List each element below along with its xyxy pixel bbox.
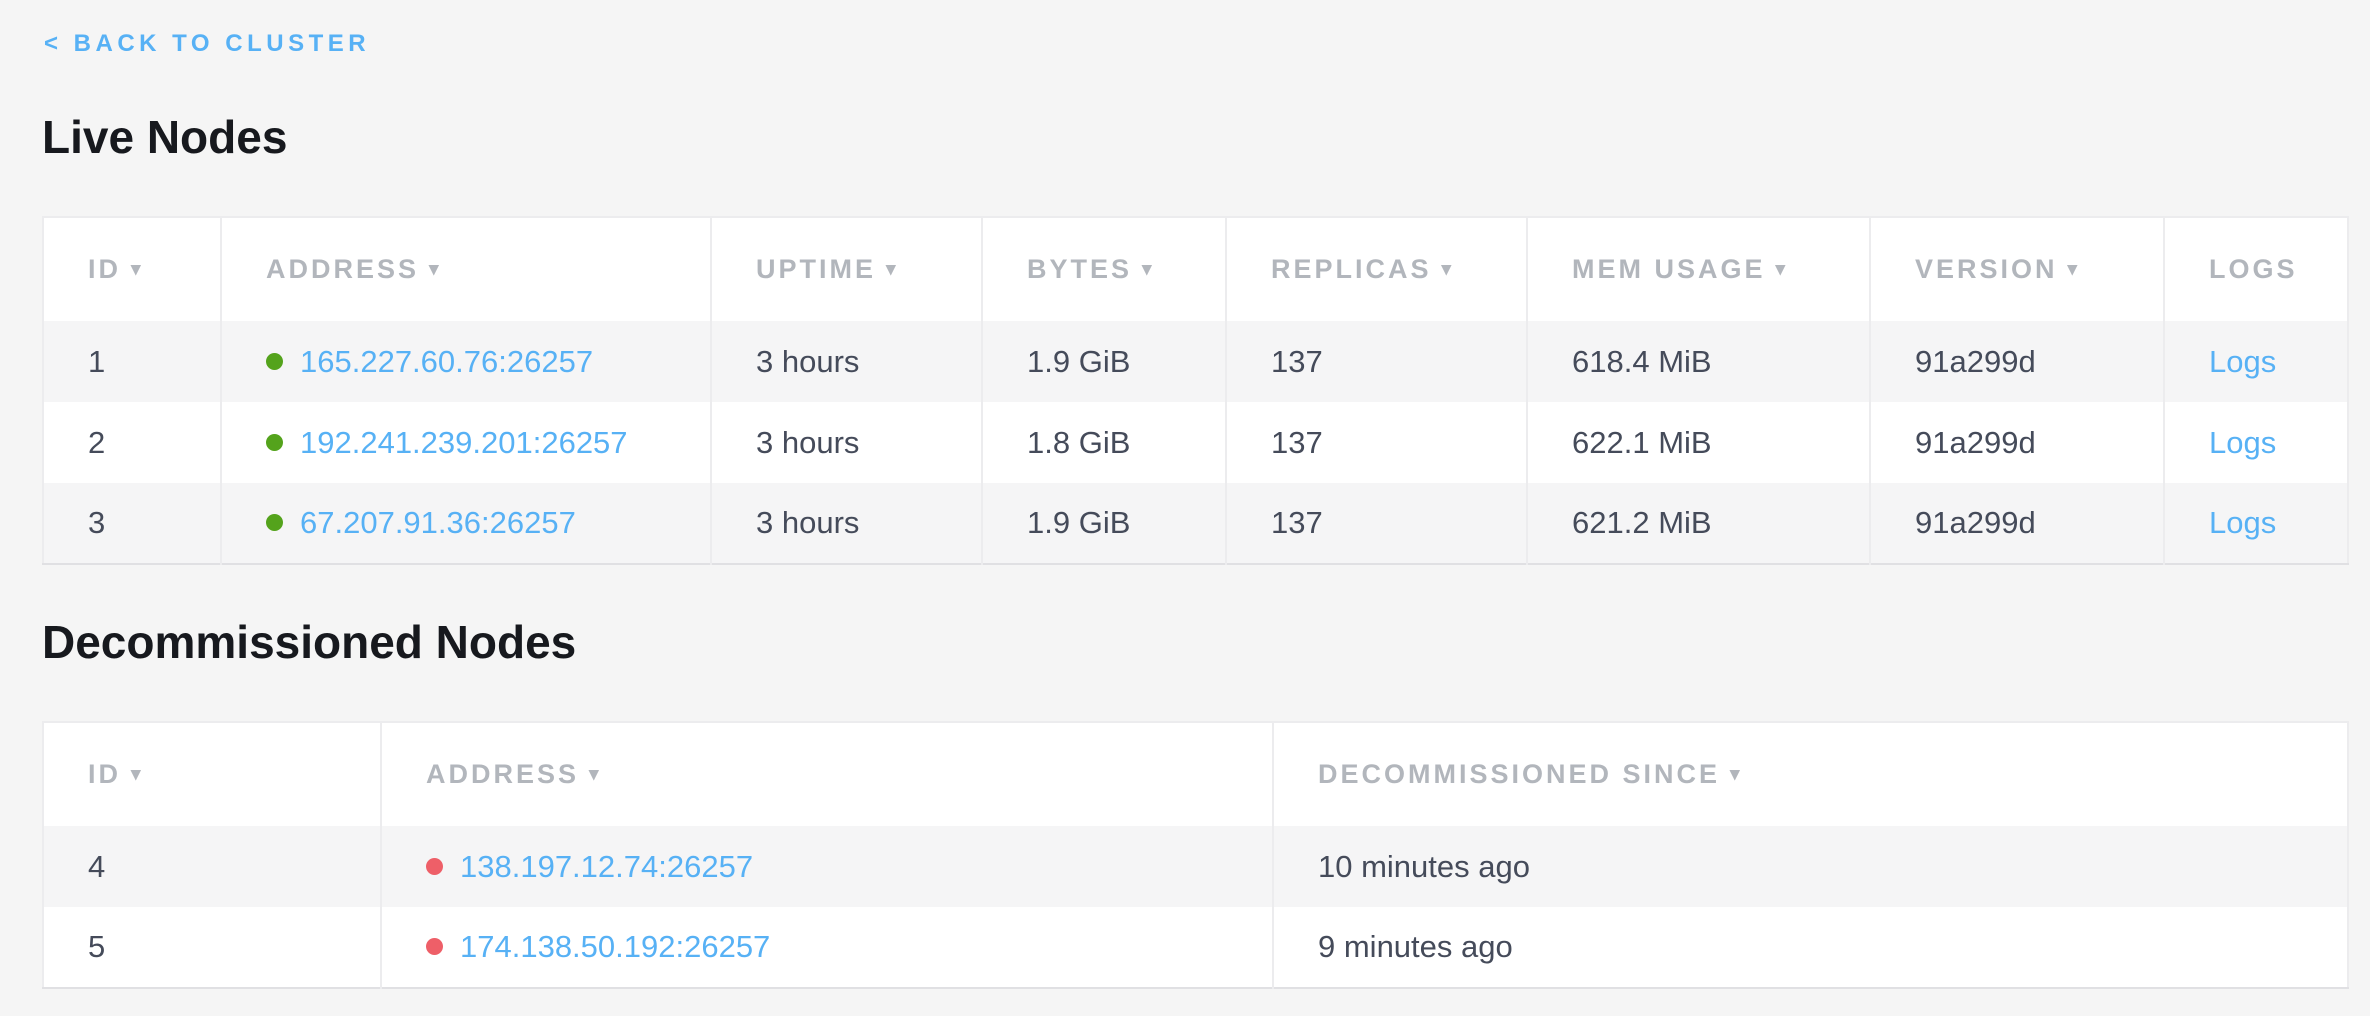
logs-link[interactable]: Logs: [2209, 425, 2276, 460]
column-header-label: VERSION: [1915, 254, 2058, 284]
column-header-label: ADDRESS: [426, 759, 579, 789]
node-address-link[interactable]: 138.197.12.74:26257: [460, 849, 753, 884]
cell-mem-usage: 618.4 MiB: [1527, 321, 1870, 402]
cell-bytes: 1.9 GiB: [982, 483, 1226, 564]
table-row: 3 67.207.91.36:26257 3 hours 1.9 GiB 137…: [43, 483, 2348, 564]
cell-logs: Logs: [2164, 321, 2348, 402]
column-header-label: UPTIME: [756, 254, 876, 284]
cell-bytes: 1.9 GiB: [982, 321, 1226, 402]
back-to-cluster-link[interactable]: < BACK TO CLUSTER: [44, 30, 370, 58]
table-header-row: ID ▾ ADDRESS ▾ UPTIME ▾ BYTES ▾ REPLICAS ▾ ME…: [43, 217, 2348, 321]
column-header-label: LOGS: [2209, 254, 2298, 284]
cell-mem-usage: 621.2 MiB: [1527, 483, 1870, 564]
cell-uptime: 3 hours: [711, 321, 982, 402]
sort-arrow-icon: ▾: [131, 258, 144, 281]
column-header-label: DECOMMISSIONED SINCE: [1318, 759, 1720, 789]
node-address-link[interactable]: 192.241.239.201:26257: [300, 425, 628, 460]
live-nodes-title: Live Nodes: [42, 110, 2347, 164]
cell-replicas: 137: [1226, 321, 1527, 402]
cell-node-address: 174.138.50.192:26257: [381, 907, 1273, 988]
cell-uptime: 3 hours: [711, 402, 982, 483]
cell-bytes: 1.8 GiB: [982, 402, 1226, 483]
cell-replicas: 137: [1226, 402, 1527, 483]
sort-arrow-icon: ▾: [1776, 258, 1789, 281]
sort-arrow-icon: ▾: [131, 763, 144, 786]
sort-arrow-icon: ▾: [2068, 258, 2081, 281]
sort-arrow-icon: ▾: [1442, 258, 1455, 281]
node-address-link[interactable]: 67.207.91.36:26257: [300, 505, 576, 540]
node-address-link[interactable]: 174.138.50.192:26257: [460, 929, 770, 964]
sort-arrow-icon: ▾: [1730, 763, 1743, 786]
column-header-logs: LOGS: [2164, 217, 2348, 321]
node-live-status-dot: [266, 434, 283, 451]
cell-version: 91a299d: [1870, 483, 2164, 564]
column-header-id[interactable]: ID ▾: [43, 217, 221, 321]
column-header-mem-usage[interactable]: MEM USAGE ▾: [1527, 217, 1870, 321]
sort-arrow-icon: ▾: [886, 258, 899, 281]
live-nodes-table: ID ▾ ADDRESS ▾ UPTIME ▾ BYTES ▾ REPLICAS ▾ ME…: [42, 216, 2349, 565]
table-row: 4 138.197.12.74:26257 10 minutes ago: [43, 826, 2348, 907]
column-header-label: ID: [88, 759, 121, 789]
sort-arrow-icon: ▾: [589, 763, 602, 786]
cell-node-id: 2: [43, 402, 221, 483]
cell-node-id: 5: [43, 907, 381, 988]
sort-arrow-icon: ▾: [1142, 258, 1155, 281]
column-header-id[interactable]: ID ▾: [43, 722, 381, 826]
sort-arrow-icon: ▾: [429, 258, 442, 281]
cell-version: 91a299d: [1870, 402, 2164, 483]
table-header-row: ID ▾ ADDRESS ▾ DECOMMISSIONED SINCE ▾: [43, 722, 2348, 826]
table-row: 2 192.241.239.201:26257 3 hours 1.8 GiB …: [43, 402, 2348, 483]
node-list-page: < BACK TO CLUSTER Live Nodes ID ▾ ADDRESS…: [0, 0, 2370, 989]
table-row: 5 174.138.50.192:26257 9 minutes ago: [43, 907, 2348, 988]
cell-node-id: 4: [43, 826, 381, 907]
decommissioned-nodes-table: ID ▾ ADDRESS ▾ DECOMMISSIONED SINCE ▾ 4 138…: [42, 721, 2349, 989]
column-header-version[interactable]: VERSION ▾: [1870, 217, 2164, 321]
cell-node-id: 1: [43, 321, 221, 402]
column-header-replicas[interactable]: REPLICAS ▾: [1226, 217, 1527, 321]
column-header-label: MEM USAGE: [1572, 254, 1766, 284]
column-header-address[interactable]: ADDRESS ▾: [221, 217, 711, 321]
cell-node-address: 192.241.239.201:26257: [221, 402, 711, 483]
cell-replicas: 137: [1226, 483, 1527, 564]
column-header-decommissioned-since[interactable]: DECOMMISSIONED SINCE ▾: [1273, 722, 2348, 826]
cell-logs: Logs: [2164, 402, 2348, 483]
node-live-status-dot: [266, 353, 283, 370]
column-header-uptime[interactable]: UPTIME ▾: [711, 217, 982, 321]
node-address-link[interactable]: 165.227.60.76:26257: [300, 344, 593, 379]
cell-logs: Logs: [2164, 483, 2348, 564]
column-header-label: ADDRESS: [266, 254, 419, 284]
node-live-status-dot: [266, 514, 283, 531]
column-header-bytes[interactable]: BYTES ▾: [982, 217, 1226, 321]
cell-mem-usage: 622.1 MiB: [1527, 402, 1870, 483]
column-header-label: BYTES: [1027, 254, 1132, 284]
cell-uptime: 3 hours: [711, 483, 982, 564]
cell-node-address: 138.197.12.74:26257: [381, 826, 1273, 907]
column-header-address[interactable]: ADDRESS ▾: [381, 722, 1273, 826]
cell-node-id: 3: [43, 483, 221, 564]
logs-link[interactable]: Logs: [2209, 344, 2276, 379]
table-row: 1 165.227.60.76:26257 3 hours 1.9 GiB 13…: [43, 321, 2348, 402]
column-header-label: REPLICAS: [1271, 254, 1432, 284]
column-header-label: ID: [88, 254, 121, 284]
cell-decommissioned-since: 10 minutes ago: [1273, 826, 2348, 907]
decommissioned-nodes-title: Decommissioned Nodes: [42, 615, 2347, 669]
node-decommissioned-status-dot: [426, 858, 443, 875]
cell-decommissioned-since: 9 minutes ago: [1273, 907, 2348, 988]
cell-node-address: 165.227.60.76:26257: [221, 321, 711, 402]
cell-node-address: 67.207.91.36:26257: [221, 483, 711, 564]
cell-version: 91a299d: [1870, 321, 2164, 402]
logs-link[interactable]: Logs: [2209, 505, 2276, 540]
node-decommissioned-status-dot: [426, 938, 443, 955]
